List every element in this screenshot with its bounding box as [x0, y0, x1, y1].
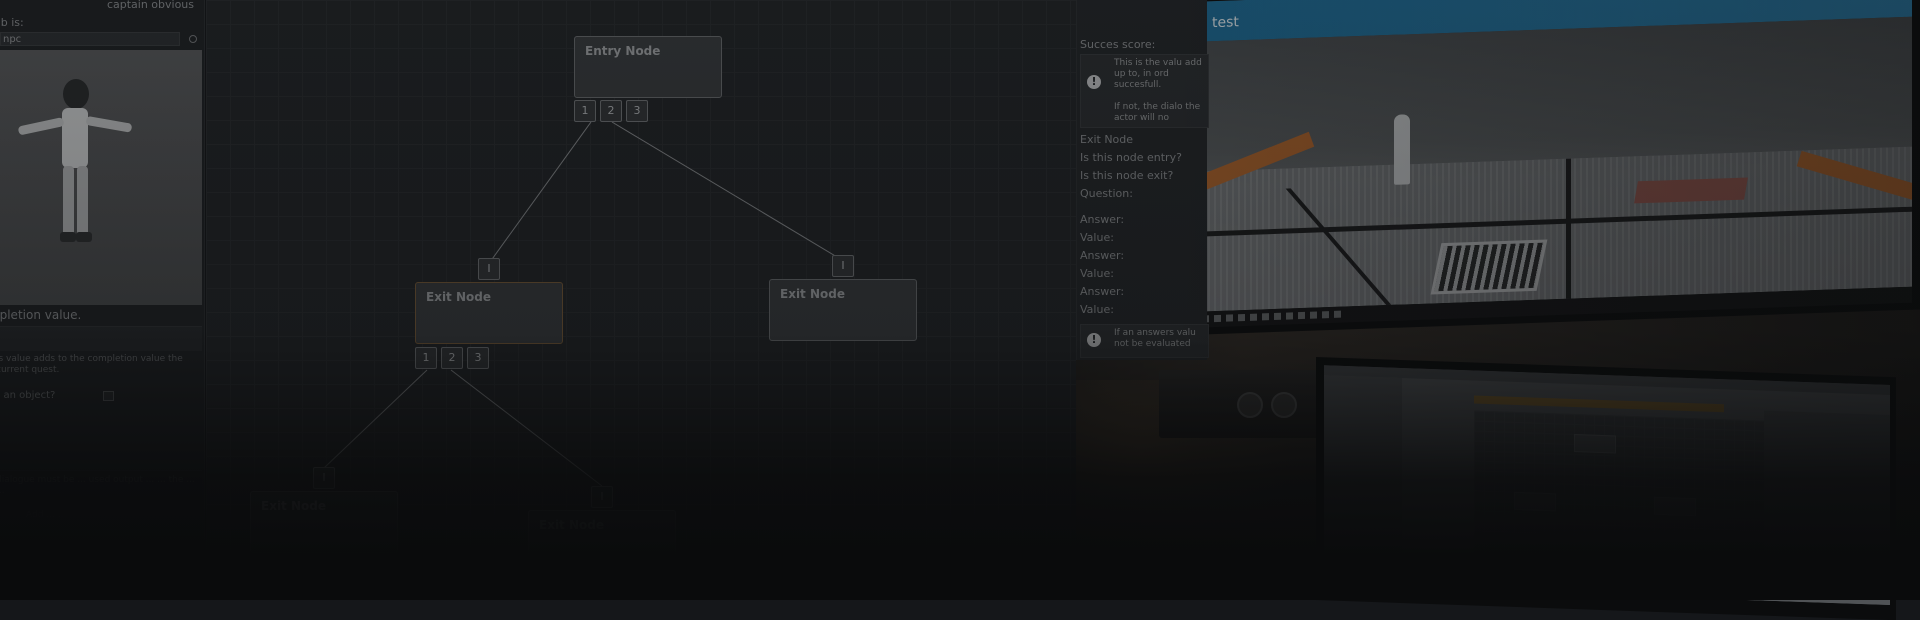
value-label: Value: — [1080, 231, 1114, 244]
game-window: test — [1196, 0, 1912, 312]
node-title: Exit Node — [261, 499, 326, 513]
exit-node-selected[interactable]: Exit Node — [415, 282, 563, 344]
value-label: Value: — [1080, 303, 1114, 316]
taskbar-icon — [1262, 313, 1269, 321]
mini-node — [1654, 496, 1696, 517]
node-title: Exit Node — [780, 287, 845, 301]
answers-help-text: If an answers valu not be evaluated — [1114, 328, 1196, 349]
taskbar-icon — [1214, 314, 1221, 323]
node-title: Entry Node — [585, 44, 661, 58]
window-title: test — [1212, 14, 1239, 32]
floor-seam — [1566, 158, 1571, 299]
node-title: Exit Node — [426, 290, 491, 304]
node-title: Exit Node — [539, 518, 604, 532]
taskbar-icon — [1286, 312, 1293, 320]
promo-banner: captain obvious ab is: npc npletion valu… — [0, 0, 1920, 620]
value-label: Value: — [1080, 267, 1114, 280]
success-score-label: Succes score: — [1080, 38, 1156, 51]
floor-vent — [1430, 239, 1548, 295]
output-port[interactable]: 3 — [467, 347, 489, 369]
inspector-panel-right: Succes score: ! This is the valu add up … — [1076, 0, 1209, 360]
audio-interface — [1159, 370, 1319, 438]
taskbar-icon — [1238, 314, 1245, 322]
input-port[interactable]: I — [832, 255, 854, 277]
mini-node — [1574, 434, 1616, 454]
input-port[interactable]: I — [478, 258, 500, 280]
editor-screenshot — [1324, 365, 1890, 606]
taskbar-icon — [1226, 314, 1233, 322]
main-monitor: test — [1188, 0, 1920, 336]
editor-inspector — [1764, 410, 1890, 606]
npc-character — [1394, 114, 1410, 185]
success-help-text: This is the valu add up to, in ord succe… — [1114, 58, 1202, 123]
mini-node — [1514, 491, 1556, 512]
taskbar-icon — [1250, 313, 1257, 321]
red-floor-mat — [1634, 177, 1748, 204]
answer-label: Answer: — [1080, 213, 1125, 226]
output-port[interactable]: 1 — [415, 347, 437, 369]
output-port[interactable]: 2 — [441, 347, 463, 369]
output-port[interactable]: 2 — [600, 100, 622, 122]
knob-icon — [1271, 392, 1297, 418]
game-viewport — [1196, 16, 1912, 312]
taskbar-icon — [1274, 312, 1281, 320]
question-label: Question: — [1080, 187, 1133, 200]
editor-node-grid — [1474, 410, 1764, 601]
secondary-monitor — [1316, 357, 1896, 620]
output-port[interactable]: 3 — [626, 100, 648, 122]
info-icon: ! — [1087, 75, 1101, 89]
input-port[interactable]: I — [313, 467, 335, 489]
entry-toggle-label: Is this node entry? — [1080, 151, 1182, 164]
knob-icon — [1237, 392, 1263, 418]
editor-toolbar — [1324, 365, 1890, 396]
info-icon: ! — [1087, 333, 1101, 347]
taskbar-icon — [1322, 311, 1329, 319]
exit-toggle-label: Is this node exit? — [1080, 169, 1174, 182]
taskbar-icon — [1310, 311, 1317, 319]
editor-hierarchy — [1324, 375, 1402, 589]
answer-label: Answer: — [1080, 249, 1125, 262]
output-port[interactable]: 1 — [574, 100, 596, 122]
exit-node[interactable]: Exit Node — [769, 279, 917, 341]
taskbar-icon — [1334, 310, 1341, 318]
editor-tab-bar — [1474, 395, 1724, 413]
exit-node[interactable]: Exit Node — [250, 491, 398, 553]
node-name-field[interactable]: Exit Node — [1080, 133, 1133, 146]
input-port[interactable]: I — [591, 486, 613, 508]
entry-node[interactable]: Entry Node — [574, 36, 722, 98]
answers-help-box: ! If an answers valu not be evaluated — [1080, 324, 1209, 358]
taskbar-icon — [1298, 311, 1305, 320]
answer-label: Answer: — [1080, 285, 1125, 298]
exit-node[interactable]: Exit Node — [528, 510, 676, 572]
success-help-box: ! This is the valu add up to, in ord suc… — [1080, 54, 1209, 128]
